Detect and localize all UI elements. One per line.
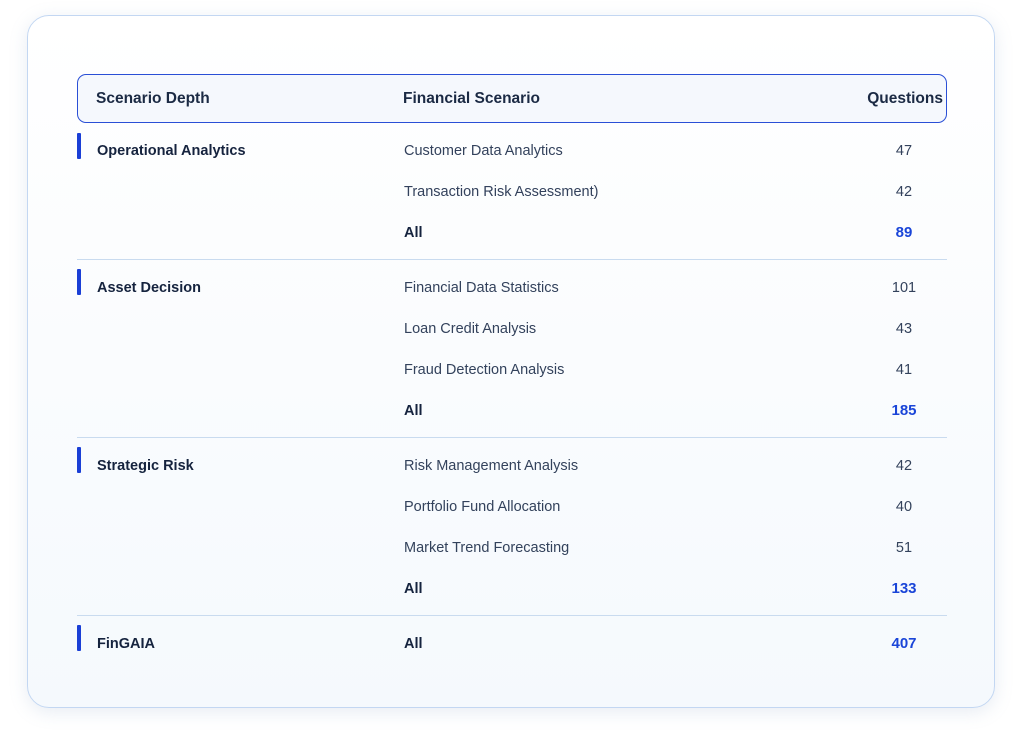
header-questions: Questions [867, 90, 943, 107]
group-divider [77, 259, 947, 260]
scenario-label: Loan Credit Analysis [404, 321, 537, 337]
all-label: All [404, 636, 423, 652]
question-count: 40 [895, 499, 913, 515]
scenario-label: Market Trend Forecasting [404, 540, 570, 556]
group-accent-bar [77, 133, 81, 159]
header-financial-scenario: Financial Scenario [403, 90, 540, 107]
all-label: All [404, 225, 423, 241]
all-label: All [404, 403, 423, 419]
group-depth-label: FinGAIA [97, 636, 155, 652]
group-depth-label: Asset Decision [97, 280, 201, 296]
scenario-label: Customer Data Analytics [404, 143, 563, 159]
scenario-label: Transaction Risk Assessment) [404, 184, 599, 200]
question-count: 42 [895, 458, 913, 474]
scenario-label: Fraud Detection Analysis [404, 362, 565, 378]
question-count: 51 [895, 540, 913, 556]
scenario-label: Risk Management Analysis [404, 458, 579, 474]
group-depth-label: Strategic Risk [97, 458, 194, 474]
question-count: 42 [895, 184, 913, 200]
scenario-label: Portfolio Fund Allocation [404, 499, 561, 515]
header-scenario-depth: Scenario Depth [96, 90, 210, 107]
all-label: All [404, 581, 423, 597]
scenario-label: Financial Data Statistics [404, 280, 559, 296]
group-depth-label: Operational Analytics [97, 143, 246, 159]
group-accent-bar [77, 625, 81, 651]
table-header: Scenario Depth Financial Scenario Questi… [77, 74, 947, 123]
question-count: 41 [895, 362, 913, 378]
question-count: 101 [891, 280, 917, 296]
group-accent-bar [77, 269, 81, 295]
question-count: 47 [895, 143, 913, 159]
question-count: 43 [895, 321, 913, 337]
total-count: 185 [891, 402, 917, 419]
total-count: 407 [891, 635, 917, 652]
group-accent-bar [77, 447, 81, 473]
group-divider [77, 615, 947, 616]
total-count: 89 [895, 224, 913, 241]
group-divider [77, 437, 947, 438]
total-count: 133 [891, 580, 917, 597]
